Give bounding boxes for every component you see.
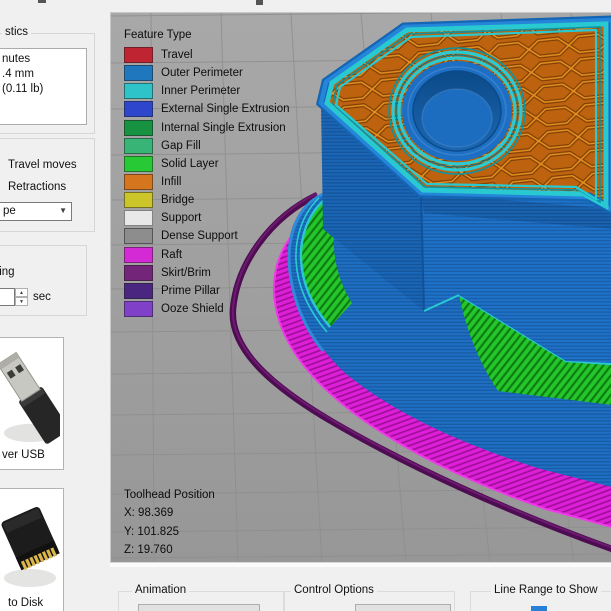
legend-item: Infill — [124, 173, 289, 191]
travel-moves-checkbox-label[interactable]: Travel moves — [8, 159, 77, 171]
sd-card-image — [0, 492, 60, 594]
legend-item: Inner Perimeter — [124, 82, 289, 100]
legend-item: Solid Layer — [124, 155, 289, 173]
legend-swatch — [124, 156, 153, 172]
legend-label: Bridge — [161, 194, 194, 206]
legend-swatch — [124, 101, 153, 117]
legend-item: Prime Pillar — [124, 282, 289, 300]
legend-item: Travel — [124, 46, 289, 64]
legend-swatch — [124, 65, 153, 81]
timing-label: ting — [0, 266, 15, 278]
stepper-up-icon[interactable]: ▲ — [15, 288, 28, 297]
line-range-group-title: Line Range to Show — [491, 584, 601, 596]
legend-label: Prime Pillar — [161, 285, 220, 297]
toolhead-x: X: 98.369 — [124, 504, 215, 522]
legend-swatch — [124, 283, 153, 299]
legend-swatch — [124, 247, 153, 263]
legend-item: Support — [124, 209, 289, 227]
stat-line: nutes — [2, 53, 30, 65]
usb-connector-image — [0, 341, 60, 447]
toolhead-position: Toolhead Position X: 98.369 Y: 101.825 Z… — [124, 486, 215, 559]
preview-window: stics nutes .4 mm (0.11 lb) Travel moves… — [0, 0, 611, 611]
legend-swatch — [124, 210, 153, 226]
legend-item: Ooze Shield — [124, 300, 289, 318]
legend-label: Travel — [161, 49, 193, 61]
legend-item: Bridge — [124, 191, 289, 209]
legend-item: Gap Fill — [124, 137, 289, 155]
timing-value-field[interactable] — [0, 288, 15, 306]
legend-item: Internal Single Extrusion — [124, 119, 289, 137]
legend-item: Dense Support — [124, 227, 289, 245]
legend-label: Gap Fill — [161, 140, 201, 152]
legend-label: Infill — [161, 176, 181, 188]
toolhead-y: Y: 101.825 — [124, 523, 215, 541]
legend-swatch — [124, 138, 153, 154]
retractions-checkbox-label[interactable]: Retractions — [8, 181, 66, 193]
cropped-text-fragment — [38, 0, 46, 3]
stat-line: (0.11 lb) — [2, 83, 43, 95]
chevron-down-icon: ▼ — [59, 206, 67, 215]
legend-swatch — [124, 174, 153, 190]
legend-label: External Single Extrusion — [161, 103, 289, 115]
timing-stepper[interactable]: ▲ ▼ — [15, 288, 28, 306]
legend-label: Raft — [161, 249, 182, 261]
legend-swatch — [124, 83, 153, 99]
legend-title: Feature Type — [124, 29, 289, 41]
legend-swatch — [124, 120, 153, 136]
model-hole — [389, 48, 525, 174]
toolhead-position-title: Toolhead Position — [124, 486, 215, 504]
timing-unit-label: sec — [33, 291, 51, 303]
disk-button-caption: to Disk — [8, 597, 43, 609]
usb-button-caption: ver USB — [2, 449, 45, 461]
legend-swatch — [124, 228, 153, 244]
animation-group-title: Animation — [132, 584, 189, 596]
feature-type-legend: Feature Type Travel Outer Perimeter Inne… — [124, 29, 289, 318]
statistics-group-title: stics — [2, 26, 31, 38]
legend-item: External Single Extrusion — [124, 100, 289, 118]
legend-swatch — [124, 192, 153, 208]
legend-label: Internal Single Extrusion — [161, 122, 286, 134]
cropped-text-fragment — [256, 0, 263, 5]
legend-item: Skirt/Brim — [124, 264, 289, 282]
control-options-group-title: Control Options — [291, 584, 377, 596]
legend-label: Outer Perimeter — [161, 67, 243, 79]
control-options-button[interactable] — [355, 604, 451, 611]
legend-label: Dense Support — [161, 230, 238, 242]
legend-swatch — [124, 47, 153, 63]
legend-swatch — [124, 301, 153, 317]
legend-item: Outer Perimeter — [124, 64, 289, 82]
legend-label: Skirt/Brim — [161, 267, 211, 279]
line-range-slider-handle[interactable] — [531, 606, 547, 611]
legend-item: Raft — [124, 246, 289, 264]
legend-label: Support — [161, 212, 201, 224]
legend-label: Inner Perimeter — [161, 85, 240, 97]
coloring-dropdown[interactable]: pe ▼ — [0, 202, 72, 221]
legend-label: Solid Layer — [161, 158, 219, 170]
stat-line: .4 mm — [2, 68, 34, 80]
statistics-box: nutes .4 mm (0.11 lb) — [0, 48, 87, 125]
animation-button[interactable] — [138, 604, 260, 611]
legend-swatch — [124, 265, 153, 281]
legend-label: Ooze Shield — [161, 303, 224, 315]
toolhead-z: Z: 19.760 — [124, 541, 215, 559]
stepper-down-icon[interactable]: ▼ — [15, 297, 28, 306]
viewport-bottom-strip — [110, 562, 611, 567]
coloring-dropdown-value: pe — [3, 205, 16, 217]
